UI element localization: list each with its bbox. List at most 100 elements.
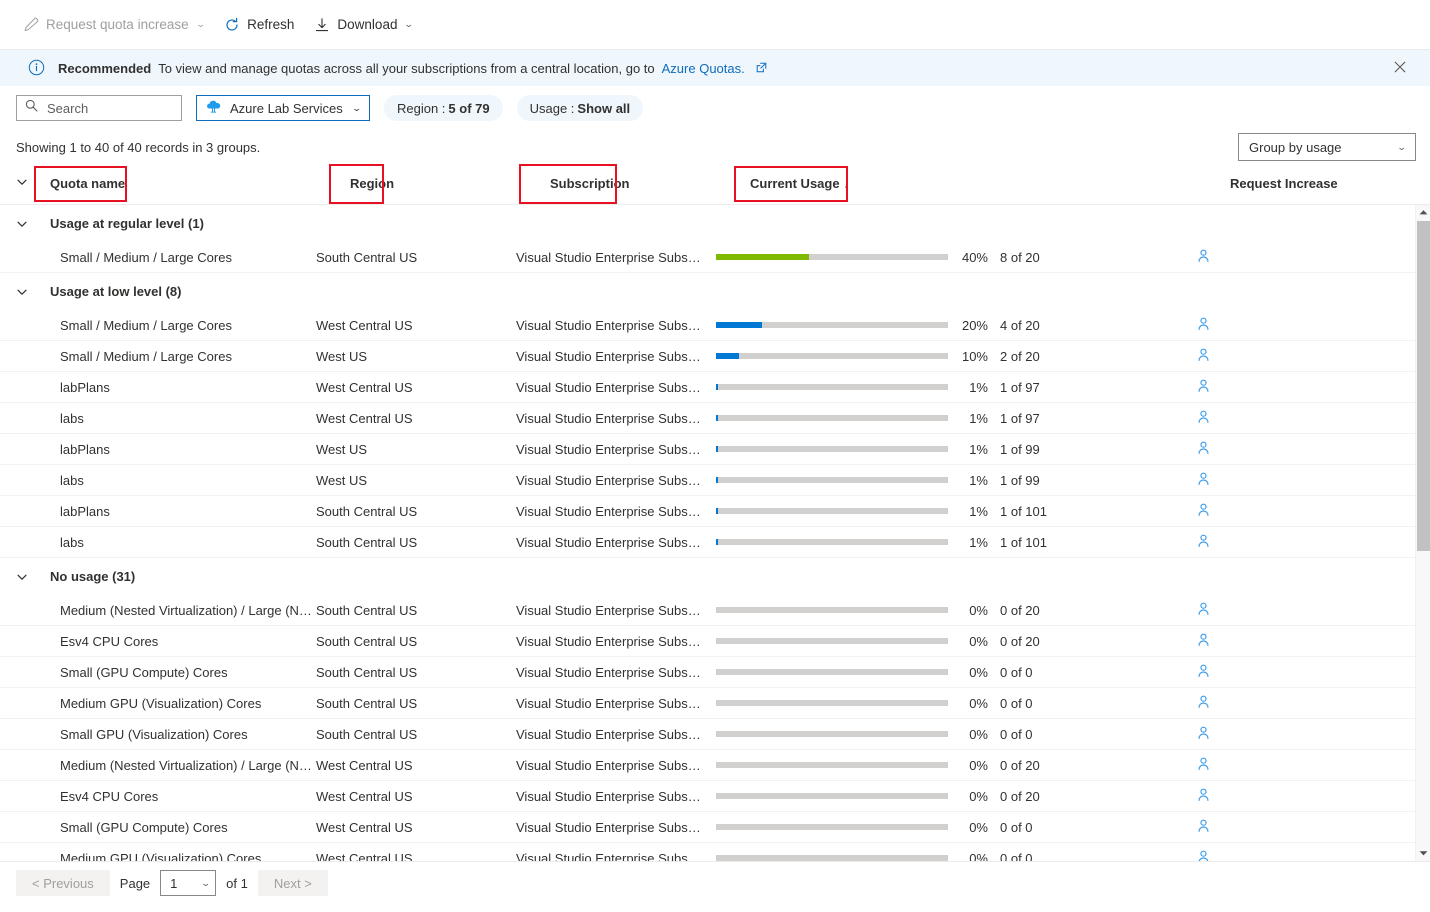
usage-limit-label: 0 of 0 [1000,695,1033,711]
person-icon[interactable] [1196,694,1211,712]
person-icon[interactable] [1196,378,1211,396]
cell-current-usage: 1% 1 of 99 [716,442,1196,457]
table-row[interactable]: labs South Central US Visual Studio Enterp… [0,527,1430,558]
table-row[interactable]: labPlans West Central US Visual Studio Ent… [0,372,1430,403]
group-by-selector[interactable]: Group by usage ⌄ [1238,133,1416,161]
group-header[interactable]: Usage at low level (8) [0,273,1430,310]
download-button[interactable]: Download ⌄ [305,9,422,41]
table-row[interactable]: Medium (Nested Virtualization) / Large (… [0,750,1430,781]
person-icon[interactable] [1196,632,1211,650]
usage-limit-label: 8 of 20 [1000,249,1040,265]
refresh-button[interactable]: Refresh [215,9,303,41]
person-icon[interactable] [1196,663,1211,681]
next-page-button[interactable]: Next > [257,870,328,896]
total-pages-label: of 1 [226,875,248,891]
chevron-down-icon: ⌄ [404,19,415,29]
search-input[interactable] [45,99,173,117]
table-row[interactable]: Small / Medium / Large Cores West US Visua… [0,341,1430,372]
region-filter-pill[interactable]: Region : 5 of 79 [384,95,503,121]
cell-request-increase [1196,533,1356,551]
cell-request-increase [1196,849,1356,861]
cell-subscription: Visual Studio Enterprise Subscri... [516,757,713,773]
pagination-bar: < Previous Page 1 ⌄ of 1 Next > [0,862,1430,904]
cell-region: West US [316,441,368,457]
cell-subscription: Visual Studio Enterprise Subscri... [516,503,713,519]
usage-progress-fill [716,446,719,452]
cell-quota-name: labs [60,472,84,488]
table-row[interactable]: labs West US Visual Studio Enterprise Subs… [0,465,1430,496]
usage-percent-label: 1% [969,379,988,395]
cell-subscription: Visual Studio Enterprise Subscri... [516,695,713,711]
person-icon[interactable] [1196,725,1211,743]
person-icon[interactable] [1196,409,1211,427]
azure-quotas-link[interactable]: Azure Quotas. [662,61,745,76]
chevron-down-icon[interactable] [16,286,50,298]
table-row[interactable]: labPlans West US Visual Studio Enterprise … [0,434,1430,465]
table-row[interactable]: Esv4 CPU Cores West Central US Visual Stud… [0,781,1430,812]
scrollbar-thumb[interactable] [1417,221,1430,551]
person-icon[interactable] [1196,316,1211,334]
column-header-subscription[interactable]: Subscription [550,176,750,191]
chevron-down-icon[interactable] [16,571,50,583]
azure-lab-services-icon [205,98,222,118]
person-icon[interactable] [1196,502,1211,520]
download-label: Download [337,17,398,32]
request-quota-increase-button[interactable]: Request quota increase ⌄ [14,9,213,41]
usage-progress-bar [716,353,948,359]
vertical-scrollbar[interactable] [1415,205,1430,861]
cell-subscription: Visual Studio Enterprise Subscri... [516,850,713,862]
expand-all-toggle[interactable] [16,176,50,191]
person-icon[interactable] [1196,818,1211,836]
cell-subscription: Visual Studio Enterprise Subscri... [516,633,713,649]
person-icon[interactable] [1196,440,1211,458]
group-header[interactable]: No usage (31) [0,558,1430,595]
person-icon[interactable] [1196,787,1211,805]
page-label: Page [119,875,151,891]
table-row[interactable]: Small (GPU Compute) Cores West Central US… [0,812,1430,843]
table-row[interactable]: Medium GPU (Visualization) Cores South Ce… [0,688,1430,719]
person-icon[interactable] [1196,347,1211,365]
column-header-region[interactable]: Region [350,176,550,191]
table-row[interactable]: Small / Medium / Large Cores West Central… [0,310,1430,341]
cell-region: South Central US [316,602,418,618]
cell-current-usage: 0% 0 of 20 [716,789,1196,804]
person-icon[interactable] [1196,601,1211,619]
usage-filter-pill[interactable]: Usage : Show all [516,95,644,121]
service-selector[interactable]: Azure Lab Services ⌄ [196,95,370,121]
scroll-up-arrow[interactable] [1416,205,1430,220]
scroll-down-arrow[interactable] [1416,846,1430,861]
usage-progress-bar [716,638,948,644]
cell-subscription: Visual Studio Enterprise Subscri... [516,317,713,333]
person-icon[interactable] [1196,533,1211,551]
column-header-quota-name[interactable]: Quota name [50,176,350,191]
search-box[interactable] [16,95,182,121]
banner-close-button[interactable] [1386,54,1414,82]
table-row[interactable]: Medium (Nested Virtualization) / Large (… [0,595,1430,626]
column-header-current-usage[interactable]: Current Usage ↓ [750,176,1230,191]
usage-percent-label: 20% [961,317,988,333]
person-icon[interactable] [1196,849,1211,861]
cell-current-usage: 1% 1 of 101 [716,535,1196,550]
person-icon[interactable] [1196,756,1211,774]
table-row[interactable]: Small (GPU Compute) Cores South Central U… [0,657,1430,688]
person-icon[interactable] [1196,471,1211,489]
page-number-select[interactable]: 1 ⌄ [160,870,217,896]
banner-label: Recommended [58,60,152,76]
table-row[interactable]: Esv4 CPU Cores South Central US Visual Stu… [0,626,1430,657]
usage-progress-fill [716,384,719,390]
table-row[interactable]: Medium GPU (Visualization) Cores West Cen… [0,843,1430,862]
person-icon[interactable] [1196,248,1211,266]
group-header[interactable]: Usage at regular level (1) [0,205,1430,242]
table-row[interactable]: labPlans South Central US Visual Studio En… [0,496,1430,527]
cell-region: South Central US [316,695,418,711]
previous-page-button[interactable]: < Previous [16,870,110,896]
usage-progress-bar [716,700,948,706]
usage-percent-label: 1% [969,534,988,550]
table-row[interactable]: Small GPU (Visualization) Cores South Cen… [0,719,1430,750]
usage-percent-label: 10% [961,348,988,364]
usage-percent-label: 1% [969,410,988,426]
chevron-down-icon[interactable] [16,218,50,230]
table-row[interactable]: Small / Medium / Large Cores South Centra… [0,242,1430,273]
usage-limit-label: 0 of 20 [1000,633,1040,649]
table-row[interactable]: labs West Central US Visual Studio Enterpr… [0,403,1430,434]
